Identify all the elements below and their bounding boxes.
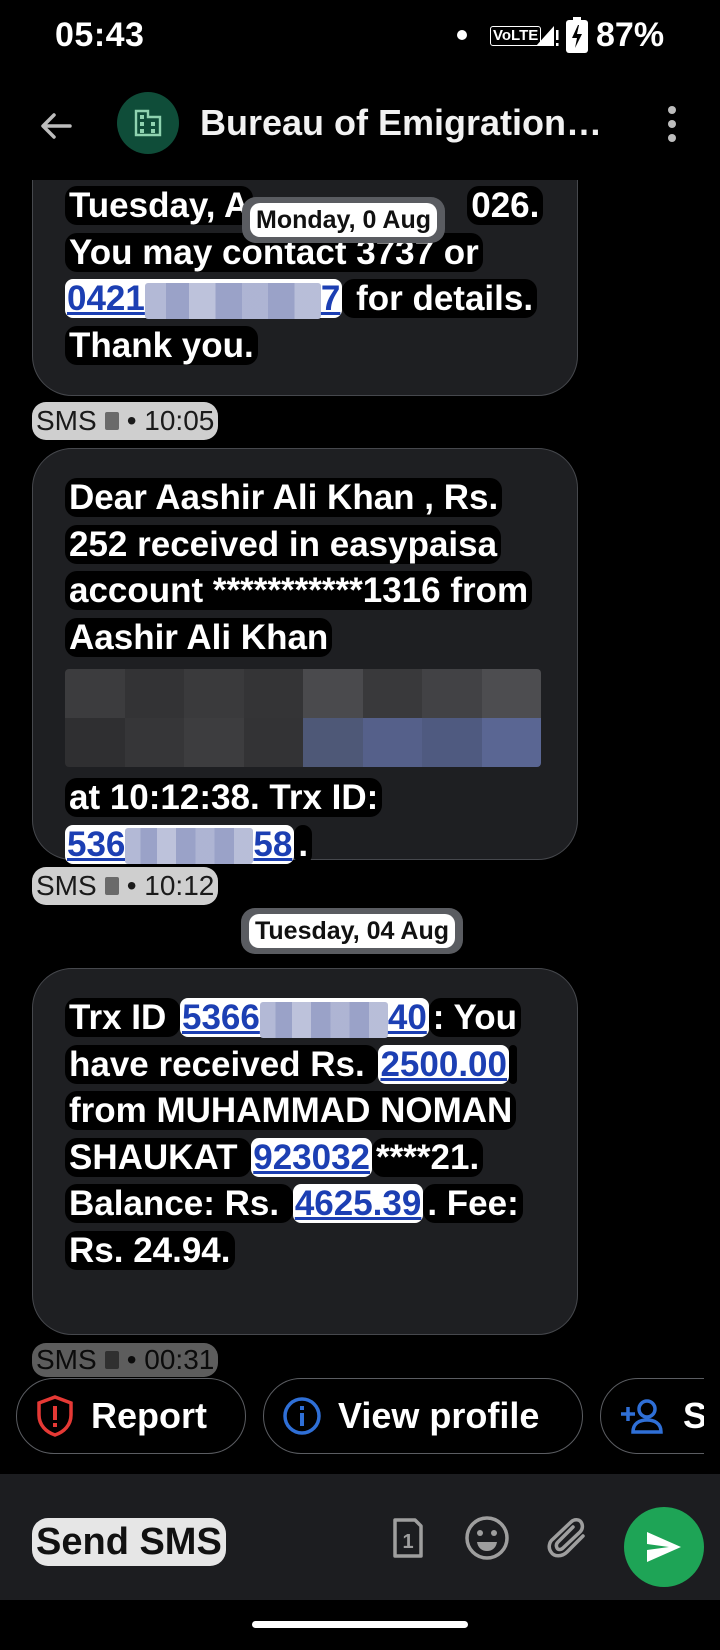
message-input[interactable]: Send SMS [32,1518,226,1566]
avatar[interactable] [117,92,179,154]
gesture-navigation-bar[interactable] [252,1621,468,1628]
signal-icon [536,26,559,46]
status-bar: 05:43 VoLTE 87% [0,0,720,80]
message-bubble[interactable]: Trx ID 5366 40: You have received Rs. 250… [32,968,578,1335]
report-shield-icon [37,1395,73,1437]
emoji-icon[interactable] [463,1514,511,1562]
phone-link[interactable]: 0421 7 [65,279,343,319]
transaction-id-link[interactable]: 536 58 [65,824,295,865]
redacted-block [65,669,541,767]
sim-selector-icon[interactable]: 1 [383,1514,431,1562]
message-meta: SMS • 10:05 [32,402,219,440]
sim-card-icon [104,1351,119,1369]
message-meta: SMS • 10:12 [32,867,219,905]
sim-card-icon [104,877,119,895]
more-options-icon[interactable] [660,102,684,146]
redacted-digits [144,282,321,319]
redacted-digits [259,1001,388,1038]
balance-link[interactable]: 4625.39 [292,1184,424,1223]
message-bubble[interactable]: Dear Aashir Ali Khan , Rs. 252 received … [32,448,578,865]
view-profile-button[interactable]: View profile [263,1378,583,1454]
message-meta: SMS • 00:31 [32,1343,219,1377]
date-separator: Tuesday, 04 Aug [241,908,464,954]
send-icon [647,1532,681,1562]
date-separator: Monday, 0 Aug [242,197,445,243]
back-arrow-icon[interactable] [36,106,76,146]
battery-percentage: 87% [596,16,665,54]
info-icon [283,1397,321,1435]
phone-link[interactable]: 923032 [251,1137,373,1177]
svg-text:1: 1 [402,1531,413,1553]
contact-title[interactable]: Bureau of Emigration… [200,102,630,144]
suggestion-chips: Report View profile Sa [0,1378,704,1458]
business-building-icon [134,109,162,137]
send-button[interactable] [624,1507,704,1587]
conversation-header: Bureau of Emigration… [0,80,720,180]
sim-card-icon [104,412,119,430]
amount-link[interactable]: 2500.00 [378,1044,509,1084]
notification-dot-icon [457,30,467,40]
save-contact-button[interactable]: Sa [600,1378,704,1454]
redacted-digits [125,828,254,865]
battery-charging-icon [566,17,588,53]
transaction-id-link[interactable]: 5366 40 [179,998,429,1038]
status-time: 05:43 [55,16,145,54]
report-button[interactable]: Report [16,1378,246,1454]
attach-icon[interactable] [545,1514,593,1562]
compose-bar: Send SMS 1 [0,1474,720,1600]
add-person-icon [621,1399,663,1434]
